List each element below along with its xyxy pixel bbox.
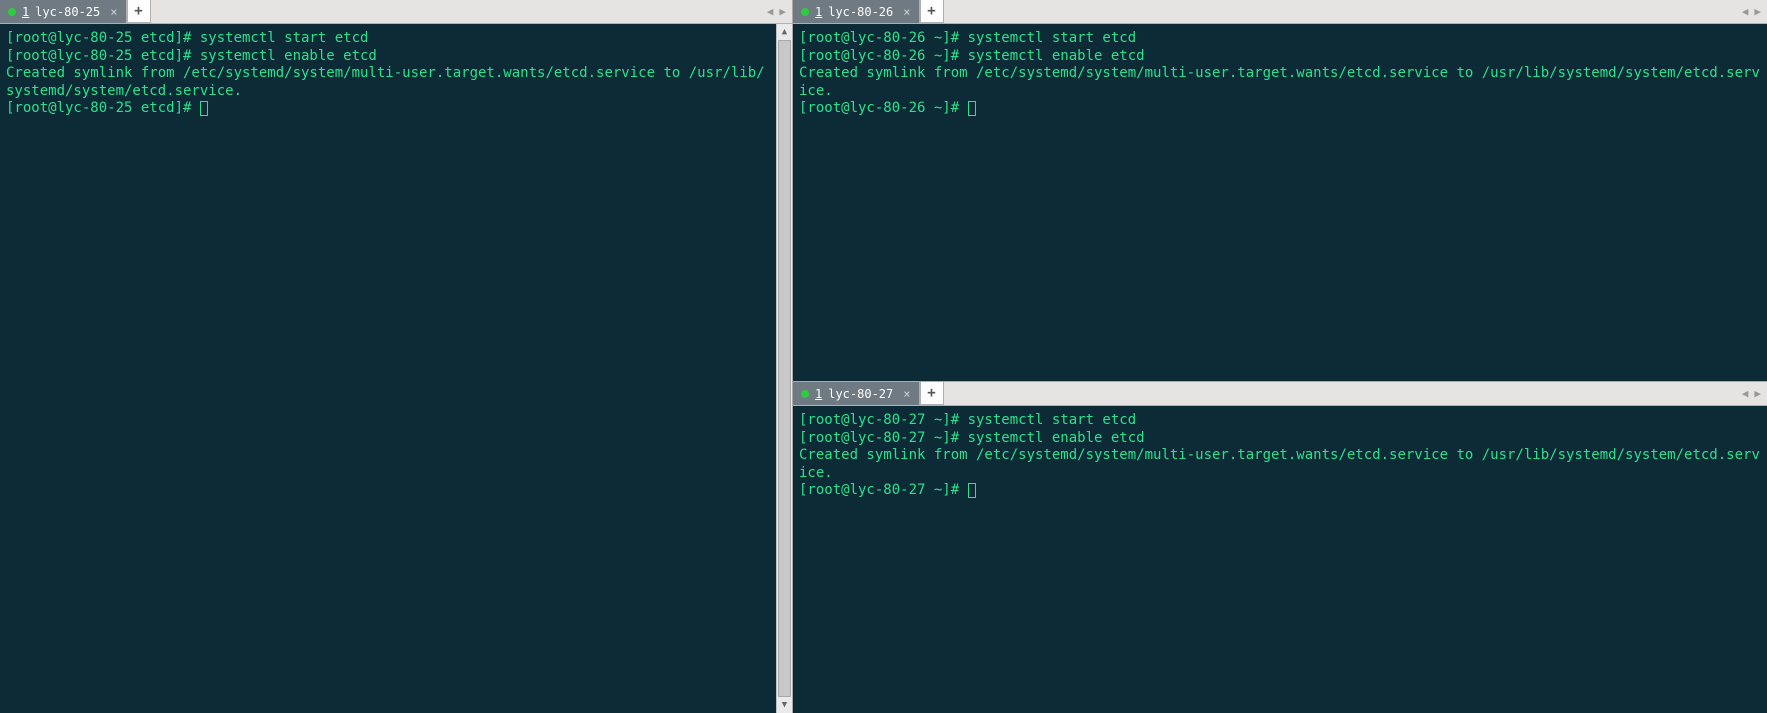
- status-dot-icon: [801, 390, 809, 398]
- scrollbar-left[interactable]: ▲ ▼: [776, 24, 792, 713]
- tab-nav-bottomright: ◀ ▶: [1740, 382, 1767, 405]
- close-icon[interactable]: ×: [110, 5, 117, 19]
- terminal-line: [root@lyc-80-25 etcd]# systemctl start e…: [6, 30, 368, 46]
- pane-left: 1 lyc-80-25 × + ◀ ▶ [root@lyc-80-25 etcd…: [0, 0, 793, 713]
- terminal-line: [root@lyc-80-25 etcd]#: [6, 100, 200, 116]
- tab-prev-icon[interactable]: ◀: [765, 5, 776, 18]
- new-tab-button[interactable]: +: [920, 0, 944, 23]
- tab-nav-left: ◀ ▶: [765, 0, 792, 23]
- tab-next-icon[interactable]: ▶: [1752, 387, 1763, 400]
- terminal-line: [root@lyc-80-26 ~]# systemctl enable etc…: [799, 48, 1145, 64]
- tab-nav-topright: ◀ ▶: [1740, 0, 1767, 23]
- tab-next-icon[interactable]: ▶: [1752, 5, 1763, 18]
- pane-top-right: 1 lyc-80-26 × + ◀ ▶ [root@lyc-80-26 ~]# …: [793, 0, 1767, 382]
- close-icon[interactable]: ×: [903, 5, 910, 19]
- terminal-wrap-topright: [root@lyc-80-26 ~]# systemctl start etcd…: [793, 24, 1767, 381]
- new-tab-button[interactable]: +: [127, 0, 151, 23]
- terminal-line: Created symlink from /etc/systemd/system…: [799, 65, 1760, 99]
- terminal-line: Created symlink from /etc/systemd/system…: [799, 447, 1760, 481]
- terminal-line: [root@lyc-80-27 ~]# systemctl enable etc…: [799, 430, 1145, 446]
- tabbar-bottomright: 1 lyc-80-27 × + ◀ ▶: [793, 382, 1767, 406]
- terminal-wrap-bottomright: [root@lyc-80-27 ~]# systemctl start etcd…: [793, 406, 1767, 713]
- scroll-thumb[interactable]: [778, 40, 791, 697]
- tab-lyc-80-25[interactable]: 1 lyc-80-25 ×: [0, 0, 127, 23]
- tab-title: lyc-80-25: [35, 5, 100, 19]
- tab-prev-icon[interactable]: ◀: [1740, 387, 1751, 400]
- tabbar-topright: 1 lyc-80-26 × + ◀ ▶: [793, 0, 1767, 24]
- tab-next-icon[interactable]: ▶: [777, 5, 788, 18]
- cursor-icon: [968, 101, 976, 116]
- cursor-icon: [968, 483, 976, 498]
- tab-number: 1: [815, 387, 822, 401]
- tabbar-left: 1 lyc-80-25 × + ◀ ▶: [0, 0, 792, 24]
- status-dot-icon: [8, 8, 16, 16]
- tab-number: 1: [22, 5, 29, 19]
- tab-title: lyc-80-27: [828, 387, 893, 401]
- terminal-bottomright[interactable]: [root@lyc-80-27 ~]# systemctl start etcd…: [793, 406, 1767, 713]
- terminal-line: [root@lyc-80-26 ~]# systemctl start etcd: [799, 30, 1136, 46]
- scroll-down-icon[interactable]: ▼: [777, 697, 792, 713]
- tab-lyc-80-26[interactable]: 1 lyc-80-26 ×: [793, 0, 920, 23]
- status-dot-icon: [801, 8, 809, 16]
- terminal-line: [root@lyc-80-25 etcd]# systemctl enable …: [6, 48, 377, 64]
- close-icon[interactable]: ×: [903, 387, 910, 401]
- pane-right: 1 lyc-80-26 × + ◀ ▶ [root@lyc-80-26 ~]# …: [793, 0, 1767, 713]
- cursor-icon: [200, 101, 208, 116]
- terminal-wrap-left: [root@lyc-80-25 etcd]# systemctl start e…: [0, 24, 792, 713]
- terminal-line: Created symlink from /etc/systemd/system…: [6, 65, 765, 99]
- tab-number: 1: [815, 5, 822, 19]
- scroll-up-icon[interactable]: ▲: [777, 24, 792, 40]
- scroll-track[interactable]: [777, 40, 792, 697]
- terminal-line: [root@lyc-80-27 ~]# systemctl start etcd: [799, 412, 1136, 428]
- pane-bottom-right: 1 lyc-80-27 × + ◀ ▶ [root@lyc-80-27 ~]# …: [793, 382, 1767, 713]
- tab-lyc-80-27[interactable]: 1 lyc-80-27 ×: [793, 382, 920, 405]
- terminal-left[interactable]: [root@lyc-80-25 etcd]# systemctl start e…: [0, 24, 776, 713]
- tab-prev-icon[interactable]: ◀: [1740, 5, 1751, 18]
- terminal-line: [root@lyc-80-27 ~]#: [799, 482, 968, 498]
- terminal-line: [root@lyc-80-26 ~]#: [799, 100, 968, 116]
- terminal-topright[interactable]: [root@lyc-80-26 ~]# systemctl start etcd…: [793, 24, 1767, 381]
- new-tab-button[interactable]: +: [920, 382, 944, 405]
- tab-title: lyc-80-26: [828, 5, 893, 19]
